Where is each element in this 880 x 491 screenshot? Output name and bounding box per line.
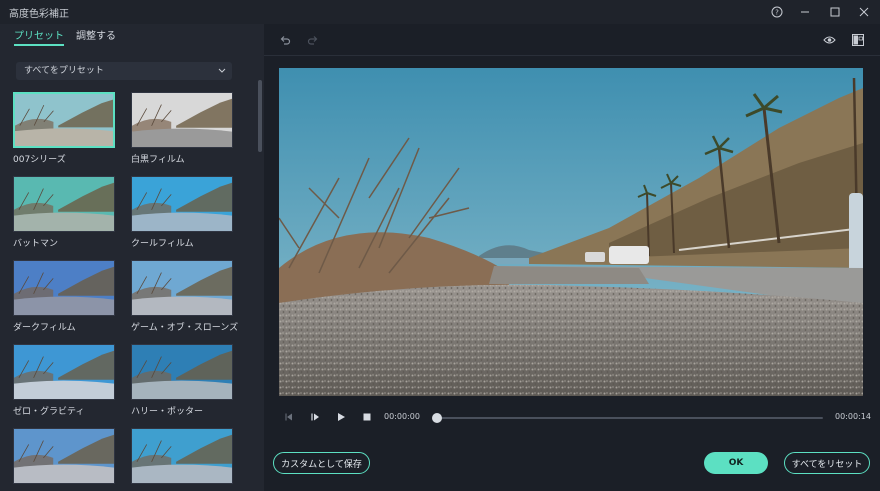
tab-adjust[interactable]: 調整する <box>76 30 116 46</box>
preset-item[interactable]: 007シリーズ <box>13 92 117 165</box>
preset-item[interactable]: ダークフィルム <box>13 260 117 333</box>
preset-thumbnail <box>131 344 233 400</box>
redo-icon <box>307 36 318 45</box>
undo-button[interactable] <box>278 33 292 47</box>
preset-thumbnail <box>13 428 115 484</box>
preview-panel: 00:00:00 00:00:14 カスタムとして保存 OK すべてをリセット <box>264 24 880 491</box>
timeline-track[interactable] <box>437 417 823 419</box>
preset-item[interactable]: ハリー・ポッター <box>131 344 235 417</box>
playback-controls: 00:00:00 00:00:14 <box>282 410 872 426</box>
preset-thumbnail <box>131 92 233 148</box>
preset-item[interactable]: ゼロ・グラビティ <box>13 344 117 417</box>
preset-thumbnail <box>13 260 115 316</box>
save-custom-button[interactable]: カスタムとして保存 <box>273 452 370 474</box>
preset-panel: プリセット 調整する すべてをプリセット 007シリーズ 白黒フィルムバットマン ク… <box>0 24 264 491</box>
preset-thumbnail <box>13 344 115 400</box>
preset-thumbnail <box>131 260 233 316</box>
compare-icon <box>852 34 864 46</box>
minimize-icon <box>801 11 809 13</box>
minimize-button[interactable] <box>795 2 815 22</box>
preset-thumbnail <box>13 176 115 232</box>
total-time: 00:00:14 <box>835 412 871 421</box>
redo-button[interactable] <box>306 33 320 47</box>
preset-item[interactable] <box>13 428 117 488</box>
stop-button[interactable] <box>360 410 374 424</box>
preset-item[interactable]: 白黒フィルム <box>131 92 235 165</box>
help-button[interactable]: ? <box>767 2 787 22</box>
preset-label: 白黒フィルム <box>131 155 185 165</box>
preview-image <box>279 68 863 396</box>
tab-bar: プリセット 調整する <box>14 30 116 46</box>
svg-text:?: ? <box>775 9 779 17</box>
preset-label: ダークフィルム <box>13 323 76 333</box>
preset-label: ゲーム・オブ・スローンズ <box>131 323 239 333</box>
compare-view-button[interactable] <box>851 33 865 47</box>
preset-item[interactable]: クールフィルム <box>131 176 235 249</box>
current-time: 00:00:00 <box>384 412 420 421</box>
window-title: 高度色彩補正 <box>9 9 69 20</box>
prev-frame-icon <box>285 413 292 421</box>
ok-button[interactable]: OK <box>704 452 768 474</box>
preset-thumbnail <box>131 428 233 484</box>
maximize-icon <box>830 7 840 17</box>
preset-scrollbar[interactable] <box>258 80 262 152</box>
preset-label: クールフィルム <box>131 239 194 249</box>
close-icon <box>859 7 869 17</box>
play-icon <box>338 413 345 421</box>
maximize-button[interactable] <box>825 2 845 22</box>
preview-toggle-button[interactable] <box>822 33 836 47</box>
preset-thumbnail <box>13 92 115 148</box>
help-icon: ? <box>771 6 783 18</box>
eye-icon <box>822 36 836 44</box>
prev-frame-button[interactable] <box>282 410 296 424</box>
play-pause-button[interactable] <box>308 410 322 424</box>
close-button[interactable] <box>854 2 874 22</box>
preset-thumbnail <box>131 176 233 232</box>
timeline-playhead[interactable] <box>432 413 442 423</box>
title-bar: 高度色彩補正 ? <box>0 0 880 24</box>
play-button[interactable] <box>334 410 348 424</box>
play-pause-icon <box>311 413 319 421</box>
preset-filter-value: すべてをプリセット <box>24 66 104 76</box>
tab-presets[interactable]: プリセット <box>14 30 64 46</box>
preset-label: ゼロ・グラビティ <box>13 407 85 417</box>
preset-item[interactable]: ゲーム・オブ・スローンズ <box>131 260 239 333</box>
preset-label: 007シリーズ <box>13 155 66 165</box>
preset-item[interactable]: バットマン <box>13 176 117 249</box>
preset-label: バットマン <box>13 239 59 249</box>
undo-icon <box>280 36 291 45</box>
preset-filter-select[interactable]: すべてをプリセット <box>16 62 232 80</box>
preset-item[interactable] <box>131 428 235 488</box>
chevron-down-icon <box>218 62 226 87</box>
video-preview[interactable] <box>279 68 863 396</box>
preset-label: ハリー・ポッター <box>131 407 204 417</box>
preview-toolbar <box>264 24 880 56</box>
reset-all-button[interactable]: すべてをリセット <box>784 452 870 474</box>
stop-icon <box>363 413 371 421</box>
